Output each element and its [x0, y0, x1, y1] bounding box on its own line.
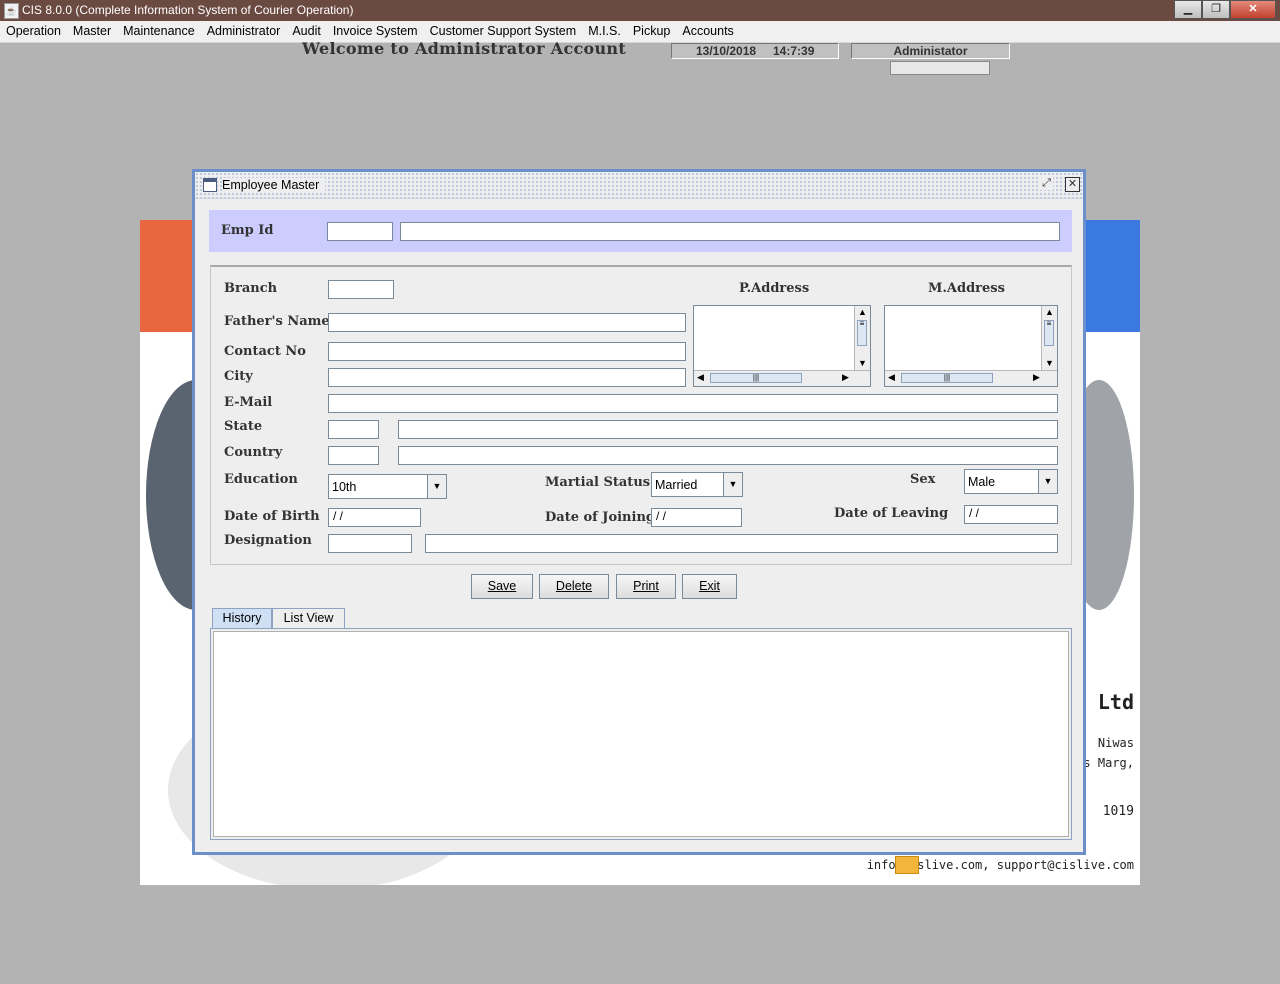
history-panel[interactable]: [213, 631, 1069, 837]
chevron-down-icon[interactable]: ▼: [723, 473, 742, 496]
app-title: CIS 8.0.0 (Complete Information System o…: [22, 3, 354, 17]
envelope-icon: [895, 856, 919, 874]
user-display: Administator: [851, 43, 1010, 59]
emp-id-label: Emp Id: [221, 223, 274, 238]
menu-master[interactable]: Master: [67, 21, 117, 42]
m-address-textarea[interactable]: ▲ ≡ ▼ ◀ ||| ▶: [884, 305, 1058, 387]
p-address-label: P.Address: [739, 281, 810, 296]
tab-list-view[interactable]: List View: [272, 608, 345, 628]
m-address-vscroll[interactable]: ▲ ≡ ▼: [1041, 306, 1057, 372]
sex-value: Male: [968, 475, 996, 489]
dob-input[interactable]: / /: [328, 508, 421, 527]
menu-accounts[interactable]: Accounts: [676, 21, 739, 42]
city-input[interactable]: [328, 368, 686, 387]
address-line-2: s Marg,: [1083, 756, 1134, 770]
chevron-down-icon[interactable]: ▼: [427, 475, 446, 498]
tab-content-pane: [210, 628, 1072, 840]
m-address-hscroll[interactable]: ◀ ||| ▶: [885, 370, 1057, 386]
designation-name-input[interactable]: [425, 534, 1058, 553]
designation-code-input[interactable]: [328, 534, 412, 553]
dob-label: Date of Birth: [224, 509, 320, 524]
father-name-label: Father's Name: [224, 314, 330, 329]
restore-icon[interactable]: ⤢: [1040, 177, 1053, 190]
java-icon: ☕: [4, 3, 19, 19]
branch-label: Branch: [224, 281, 278, 296]
doj-input[interactable]: / /: [651, 508, 742, 527]
doj-label: Date of Joining: [545, 510, 655, 525]
sex-select[interactable]: Male ▼: [964, 469, 1058, 494]
country-label: Country: [224, 445, 283, 460]
splash-blue-band: [1080, 220, 1140, 332]
emp-name-input[interactable]: [400, 222, 1060, 241]
state-code-input[interactable]: [328, 420, 379, 439]
marital-status-value: Married: [655, 478, 698, 492]
contact-no-label: Contact No: [224, 344, 306, 359]
close-window-button[interactable]: ✕: [1230, 0, 1276, 19]
country-code-input[interactable]: [328, 446, 379, 465]
splash-orange-band: [140, 220, 200, 332]
menu-bar: Operation Master Maintenance Administrat…: [0, 21, 1280, 43]
emp-id-bar: Emp Id: [209, 210, 1072, 252]
marital-status-select[interactable]: Married ▼: [651, 472, 743, 497]
education-label: Education: [224, 472, 298, 487]
delete-button[interactable]: Delete: [539, 574, 609, 599]
menu-administrator[interactable]: Administrator: [201, 21, 287, 42]
print-button[interactable]: Print: [616, 574, 676, 599]
email-input[interactable]: [328, 394, 1058, 413]
close-dialog-button[interactable]: ✕: [1065, 177, 1080, 192]
country-name-input[interactable]: [398, 446, 1058, 465]
date-text: 13/10/2018: [696, 44, 757, 58]
exit-button[interactable]: Exit: [682, 574, 737, 599]
status-box: [890, 61, 990, 75]
branch-input[interactable]: [328, 280, 394, 299]
designation-label: Designation: [224, 533, 312, 548]
p-address-textarea[interactable]: ▲ ≡ ▼ ◀ ||| ▶: [693, 305, 871, 387]
dialog-title: Employee Master: [222, 178, 326, 192]
state-name-input[interactable]: [398, 420, 1058, 439]
print-button-label: Print: [633, 579, 659, 593]
p-address-vscroll[interactable]: ▲ ≡ ▼: [854, 306, 870, 372]
minimize-button[interactable]: ▁: [1174, 0, 1202, 19]
menu-operation[interactable]: Operation: [0, 21, 67, 42]
marital-status-label: Martial Status: [545, 475, 651, 490]
address-line-3: 1019: [1102, 804, 1134, 819]
address-line-1: Niwas: [1097, 736, 1134, 750]
father-name-input[interactable]: [328, 313, 686, 332]
education-value: 10th: [332, 480, 357, 494]
time-text: 14:7:39: [773, 44, 815, 58]
city-label: City: [224, 369, 253, 384]
employee-master-titlebar: Employee Master ⤢ ✕: [195, 172, 1083, 199]
contact-no-input[interactable]: [328, 342, 686, 361]
exit-button-label: Exit: [699, 579, 720, 593]
dol-label: Date of Leaving: [834, 506, 949, 521]
save-button[interactable]: Save: [471, 574, 533, 599]
employee-form-panel: Branch Father's Name Contact No City P.A…: [210, 265, 1072, 565]
frame-icon: [203, 178, 217, 192]
email-label: E-Mail: [224, 395, 273, 410]
sex-label: Sex: [910, 472, 936, 487]
emp-id-input[interactable]: [327, 222, 393, 241]
app-title-bar: ☕ CIS 8.0.0 (Complete Information System…: [0, 0, 1280, 21]
delete-button-label: Delete: [555, 579, 593, 593]
window-controls: ▁ ❐ ✕: [1174, 0, 1276, 19]
maximize-button[interactable]: ❐: [1202, 0, 1230, 19]
tab-history[interactable]: History: [212, 608, 272, 628]
welcome-heading: Welcome to Administrator Account: [302, 39, 627, 58]
menu-pickup[interactable]: Pickup: [627, 21, 677, 42]
datetime-display: 13/10/2018 14:7:39: [671, 43, 839, 59]
dol-input[interactable]: / /: [964, 505, 1058, 524]
state-label: State: [224, 419, 263, 434]
menu-maintenance[interactable]: Maintenance: [117, 21, 201, 42]
save-button-label: Save: [487, 579, 517, 593]
chevron-down-icon[interactable]: ▼: [1038, 470, 1057, 493]
m-address-label: M.Address: [928, 281, 1005, 296]
p-address-hscroll[interactable]: ◀ ||| ▶: [694, 370, 870, 386]
employee-master-window: Employee Master ⤢ ✕ Emp Id Branch Father…: [192, 169, 1086, 855]
education-select[interactable]: 10th ▼: [328, 474, 447, 499]
